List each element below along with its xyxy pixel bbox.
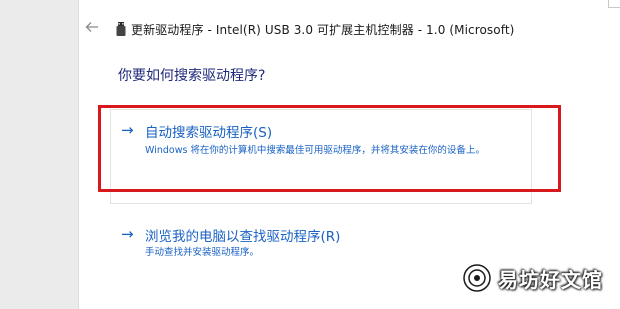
page-heading: 你要如何搜索驱动程序? — [118, 68, 266, 84]
right-arrow-icon: → — [121, 225, 134, 243]
browse-computer-driver-description: 手动查找并安装驱动程序。 — [145, 247, 260, 258]
back-arrow-icon — [85, 22, 98, 32]
auto-search-driver-option[interactable]: → 自动搜索驱动程序(S) Windows 将在你的计算机中搜索最佳可用驱动程序… — [110, 109, 532, 204]
browse-computer-driver-title: 浏览我的电脑以查找驱动程序(R) — [145, 229, 341, 245]
window-corner-edge — [608, 0, 620, 8]
usb-device-icon — [116, 22, 126, 36]
window-title: 更新驱动程序 - Intel(R) USB 3.0 可扩展主机控制器 - 1.0… — [131, 23, 515, 37]
right-arrow-icon: → — [121, 121, 134, 139]
auto-search-driver-title: 自动搜索驱动程序(S) — [145, 125, 273, 141]
browse-computer-driver-option[interactable]: → 浏览我的电脑以查找驱动程序(R) 手动查找并安装驱动程序。 — [110, 214, 532, 264]
auto-search-driver-description: Windows 将在你的计算机中搜索最佳可用驱动程序，并将其安装在你的设备上。 — [145, 145, 485, 156]
back-button[interactable] — [84, 19, 104, 39]
